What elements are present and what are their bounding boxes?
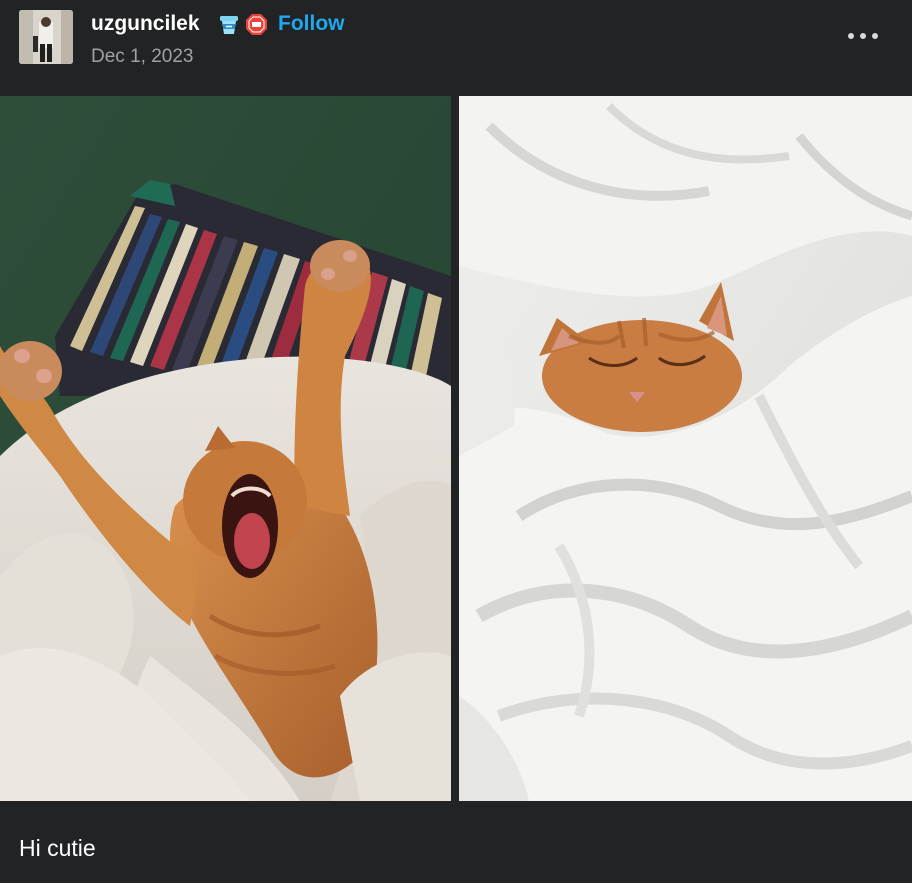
sticker-badge-icon (245, 13, 268, 36)
coffee-cup-badge-icon (218, 14, 240, 36)
photo-yawning-cat[interactable] (0, 96, 451, 801)
post-date: Dec 1, 2023 (91, 46, 194, 67)
user-avatar[interactable] (19, 10, 73, 64)
more-options-icon[interactable] (840, 26, 888, 46)
follow-button[interactable]: Follow (278, 12, 345, 36)
post-caption: Hi cutie (19, 835, 96, 861)
photo-sleeping-cat[interactable] (459, 96, 912, 801)
post-header: uzguncilek Follow Dec 1, 2023 (0, 0, 912, 96)
username[interactable]: uzguncilek (91, 12, 200, 36)
